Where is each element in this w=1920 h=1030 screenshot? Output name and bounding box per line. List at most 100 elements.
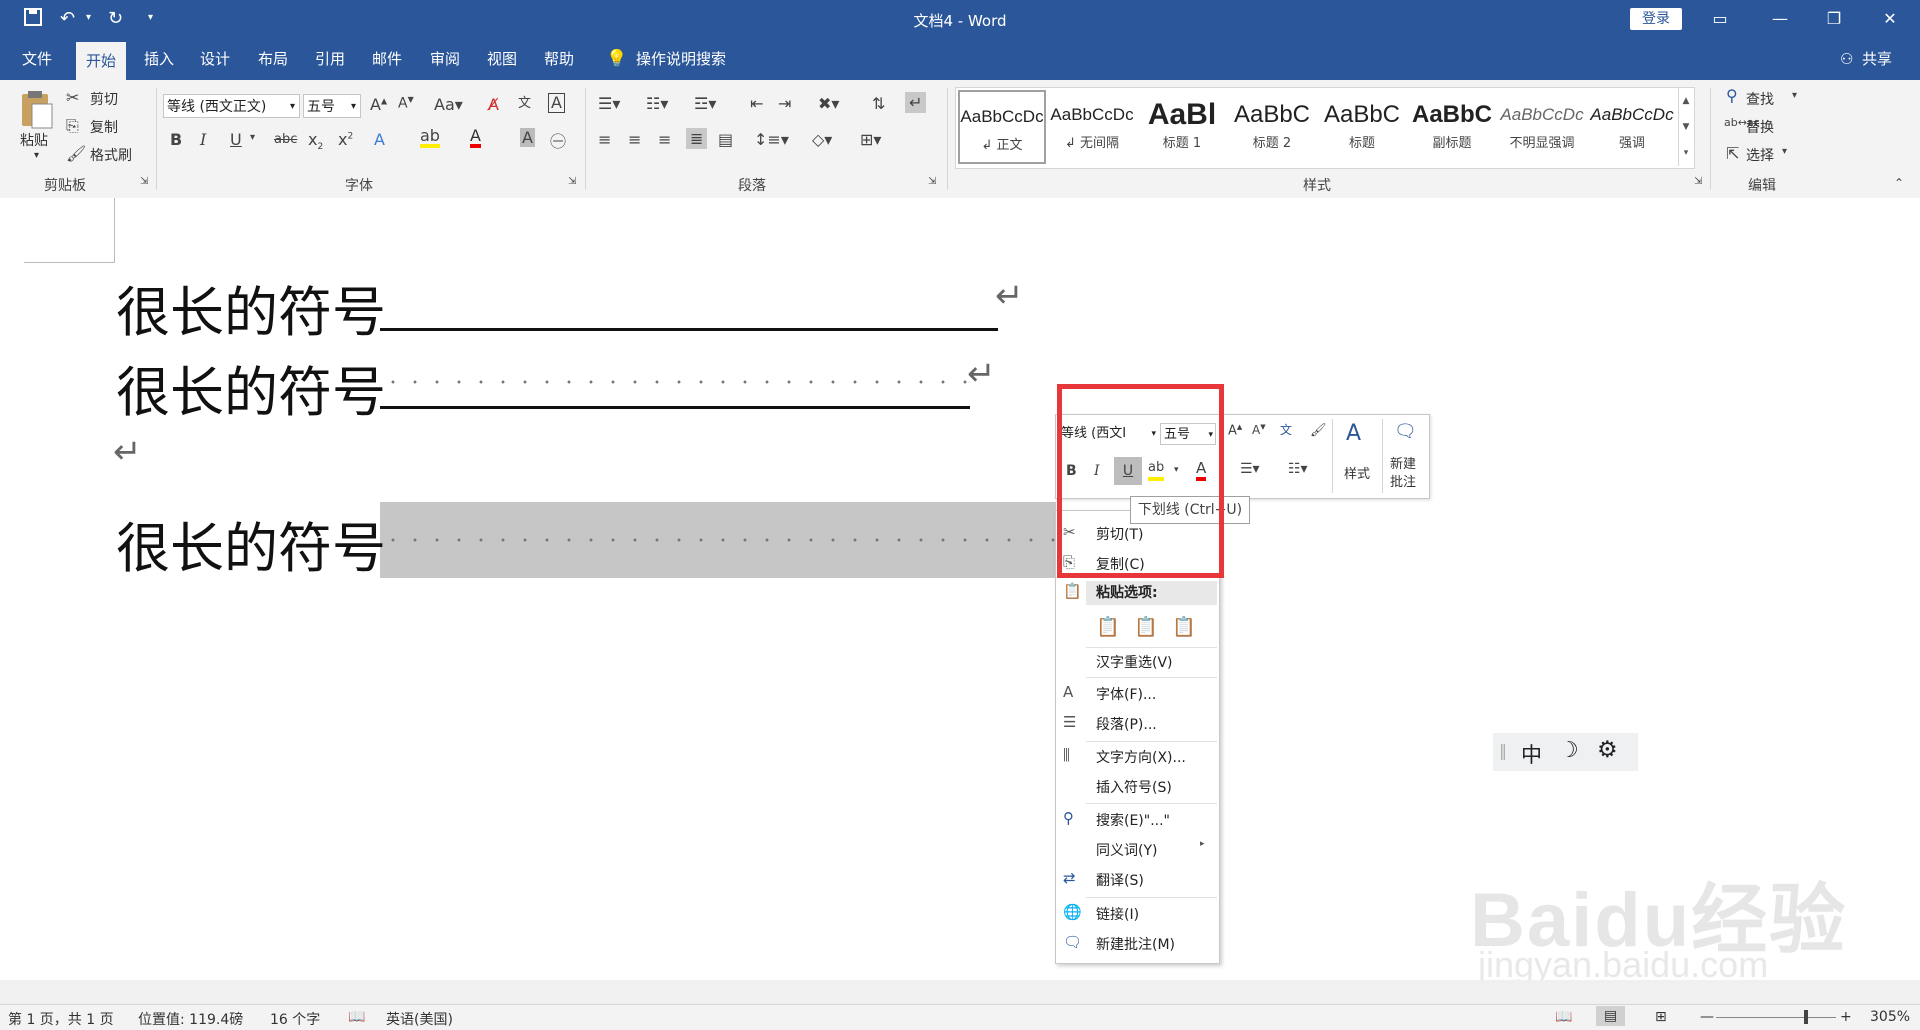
distributed-icon[interactable]: ▤ [718, 130, 733, 149]
tab-home[interactable]: 开始 [76, 42, 127, 80]
line-spacing-icon[interactable]: ↕≡▾ [754, 130, 789, 149]
italic-icon[interactable]: I [200, 130, 206, 149]
document-area[interactable]: 很长的符号 ↵ 很长的符号 ↵ ↵ 很长的符号 Baidu经验 jingyan.… [0, 198, 1920, 985]
login-button[interactable]: 登录 [1630, 8, 1682, 30]
style-normal[interactable]: AaBbCcDc ↲ 正文 [958, 90, 1046, 164]
font-color-icon[interactable]: A [470, 128, 481, 148]
style-emphasis[interactable]: AaBbCcDc 强调 [1588, 90, 1676, 164]
enclose-characters-icon[interactable]: ㊀ [550, 128, 566, 152]
font-size-combo[interactable]: 五号 ▾ [303, 94, 361, 118]
tab-view[interactable]: 视图 [477, 38, 527, 80]
grow-font-icon[interactable]: A▲ [370, 95, 387, 114]
restore-icon[interactable]: ❐ [1814, 6, 1854, 32]
close-icon[interactable]: ✕ [1870, 6, 1910, 32]
paste-dropdown-icon[interactable]: ▾ [34, 150, 39, 161]
menu-item-link[interactable]: 链接(I) [1096, 903, 1139, 927]
highlight-color-icon[interactable]: ab [420, 128, 440, 148]
tab-file[interactable]: 文件 [12, 38, 62, 80]
bullets-icon[interactable]: ☰▾ [598, 94, 620, 113]
align-right-icon[interactable]: ≡ [658, 130, 671, 149]
zoom-slider-thumb[interactable] [1804, 1010, 1808, 1024]
grow-font-icon[interactable]: A▲ [1228, 423, 1242, 438]
style-subtle-emphasis[interactable]: AaBbCcDc 不明显强调 [1498, 90, 1586, 164]
font-launcher-icon[interactable]: ⇲ [568, 176, 576, 187]
tab-insert[interactable]: 插入 [134, 38, 184, 80]
paste-text-only-icon[interactable]: 📋 [1172, 615, 1196, 638]
menu-item-reconversion[interactable]: 汉字重选(V) [1096, 651, 1173, 675]
align-center-icon[interactable]: ≡ [628, 130, 641, 149]
decrease-indent-icon[interactable]: ⇤ [750, 94, 763, 113]
zoom-slider[interactable] [1716, 1017, 1836, 1018]
shrink-font-icon[interactable]: A▼ [398, 95, 414, 112]
style-subtitle[interactable]: AaBbC 副标题 [1408, 90, 1496, 164]
horizontal-scroll-area[interactable] [0, 980, 1920, 1004]
menu-item-translate[interactable]: 翻译(S) [1096, 869, 1144, 893]
find-button[interactable]: 查找 [1746, 89, 1774, 109]
bullets-icon[interactable]: ☰▾ [1240, 461, 1260, 477]
print-layout-icon[interactable]: ▤ [1596, 1006, 1626, 1026]
borders-icon[interactable]: ⊞▾ [860, 130, 881, 149]
mini-new-comment-line2[interactable]: 批注 [1390, 471, 1416, 490]
paragraph-launcher-icon[interactable]: ⇲ [928, 176, 936, 187]
chinese-layout-icon[interactable]: ✖▾ [818, 94, 839, 113]
cut-button[interactable]: 剪切 [90, 89, 118, 109]
menu-item-paragraph[interactable]: 段落(P)... [1096, 713, 1157, 737]
format-painter-button[interactable]: 格式刷 [90, 145, 132, 165]
subscript-icon[interactable]: x2 [308, 130, 323, 152]
share-button[interactable]: 共享 [1852, 38, 1902, 80]
bold-icon[interactable]: B [170, 130, 182, 149]
change-case-icon[interactable]: Aa▾ [434, 95, 463, 114]
character-shading-icon[interactable]: A [520, 128, 535, 147]
paste-keep-source-icon[interactable]: 📋 [1096, 615, 1120, 638]
format-painter-icon[interactable]: 🖌 [1310, 423, 1327, 438]
zoom-out-icon[interactable]: — [1700, 1009, 1714, 1025]
tab-mailings[interactable]: 邮件 [362, 38, 412, 80]
menu-item-font[interactable]: 字体(F)... [1096, 683, 1156, 707]
zoom-in-icon[interactable]: + [1840, 1009, 1852, 1025]
menu-item-synonyms[interactable]: 同义词(Y) [1096, 839, 1157, 863]
font-name-combo[interactable]: 等线 (西文正文) ▾ [163, 94, 300, 118]
moon-icon[interactable]: ☽ [1559, 738, 1579, 763]
character-border-icon[interactable]: A [548, 93, 565, 113]
ribbon-display-options-icon[interactable]: ▭ [1700, 6, 1740, 32]
styles-launcher-icon[interactable]: ⇲ [1694, 176, 1702, 187]
minimize-icon[interactable]: — [1760, 6, 1800, 32]
clipboard-launcher-icon[interactable]: ⇲ [140, 176, 148, 187]
align-left-icon[interactable]: ≡ [598, 130, 611, 149]
new-comment-icon[interactable]: 🗨 [1394, 421, 1417, 442]
position-value[interactable]: 位置值: 119.4磅 [138, 1009, 243, 1029]
zoom-level[interactable]: 305% [1870, 1009, 1910, 1025]
clear-formatting-icon[interactable]: A̸ [488, 95, 499, 114]
multilevel-list-icon[interactable]: ☲▾ [694, 94, 716, 113]
strikethrough-icon[interactable]: abc [274, 132, 297, 147]
underline-icon[interactable]: U [230, 130, 242, 149]
show-paragraph-marks-icon[interactable]: ↵ [905, 92, 927, 113]
select-dropdown-icon[interactable]: ▾ [1782, 146, 1787, 157]
find-dropdown-icon[interactable]: ▾ [1792, 90, 1797, 101]
collapse-ribbon-icon[interactable]: ⌃ [1894, 176, 1904, 190]
language[interactable]: 英语(美国) [386, 1009, 453, 1029]
shrink-font-icon[interactable]: A▼ [1252, 423, 1266, 437]
text-effects-icon[interactable]: A [374, 130, 385, 149]
numbering-icon[interactable]: ☷▾ [1288, 461, 1308, 477]
justify-icon[interactable]: ≣ [686, 128, 708, 149]
menu-item-text-direction[interactable]: 文字方向(X)... [1096, 746, 1186, 770]
proofing-icon[interactable]: 📖 [348, 1009, 365, 1025]
ime-mode[interactable]: 中 [1521, 739, 1542, 769]
menu-item-search[interactable]: 搜索(E)"..." [1096, 809, 1170, 833]
ime-drag-handle[interactable]: ‖ [1499, 741, 1507, 760]
phonetic-guide-icon[interactable]: 文 [1280, 421, 1292, 438]
gear-icon[interactable]: ⚙ [1597, 737, 1618, 763]
paste-icon[interactable] [18, 90, 54, 130]
replace-button[interactable]: 替换 [1746, 117, 1774, 137]
underline-dropdown-icon[interactable]: ▾ [250, 132, 255, 143]
phonetic-guide-icon[interactable]: 文 [518, 92, 531, 111]
word-count[interactable]: 16 个字 [270, 1009, 320, 1029]
paste-merge-format-icon[interactable]: 📋 [1134, 615, 1158, 638]
superscript-icon[interactable]: x2 [338, 130, 353, 149]
tell-me-search[interactable]: 操作说明搜索 [626, 38, 736, 80]
mini-styles-button[interactable]: 样式 [1344, 463, 1370, 482]
styles-icon[interactable]: A [1346, 421, 1361, 446]
numbering-icon[interactable]: ☷▾ [646, 94, 668, 113]
web-layout-icon[interactable]: ⊞ [1655, 1009, 1667, 1025]
